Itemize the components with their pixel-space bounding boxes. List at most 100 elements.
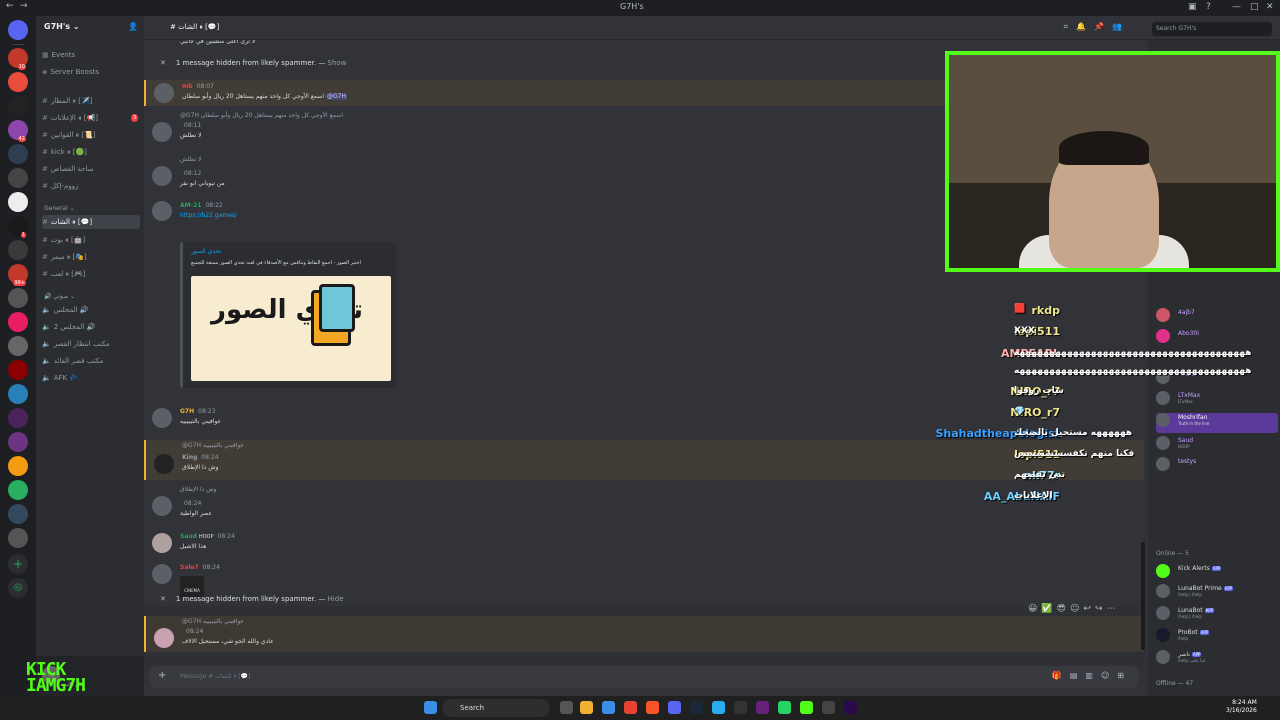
forward-arrow-icon[interactable]: → (20, 1, 28, 11)
add-reaction-icon[interactable]: ☺ (1070, 604, 1083, 614)
server-icon[interactable] (8, 312, 28, 332)
back-arrow-icon[interactable]: ← (6, 1, 14, 11)
category-voice[interactable]: 🔊 صوتي ⌄ (44, 293, 75, 300)
server-icon[interactable] (8, 144, 28, 164)
app-icon[interactable] (734, 701, 747, 714)
close-icon[interactable]: ✕ (160, 59, 166, 67)
server-icon[interactable]: 99+ (8, 264, 28, 286)
channel-item[interactable]: # ساحة القصاص (42, 162, 140, 176)
reaction-icon[interactable]: 😀 (1028, 604, 1041, 614)
channel-item[interactable]: # المطار ⏸ [✈️] (42, 94, 140, 108)
brave-icon[interactable] (646, 701, 659, 714)
channel-item[interactable]: # الإعلانات ⏸ [📢] 3 (42, 111, 140, 125)
avatar[interactable] (152, 496, 172, 516)
server-icon[interactable] (8, 168, 28, 188)
message-link[interactable]: https://b22.games/ (180, 212, 237, 219)
members-icon[interactable]: 👥 (1112, 22, 1130, 31)
server-icon[interactable] (8, 288, 28, 308)
embed-image[interactable]: تحدي الصور (191, 276, 391, 381)
channel-item-active[interactable]: # الشات ⏸ [💬] (42, 215, 140, 229)
add-member-icon[interactable]: 👤 (128, 22, 138, 31)
guild-header[interactable]: G7H's ⌄ 👤 (36, 16, 144, 40)
premiere-icon[interactable] (844, 701, 857, 714)
server-icon[interactable] (8, 360, 28, 380)
avatar[interactable] (152, 533, 172, 553)
category-general[interactable]: General ⌄ (44, 205, 75, 212)
avatar[interactable] (152, 166, 172, 186)
visual-studio-icon[interactable] (756, 701, 769, 714)
hide-link[interactable]: Hide (328, 595, 344, 603)
avatar[interactable] (152, 122, 172, 142)
bell-icon[interactable]: 🔔 (1076, 22, 1094, 31)
channel-item[interactable]: # ميمز ⏸ [🎭] (42, 250, 140, 264)
kick-icon[interactable] (800, 701, 813, 714)
forward-icon[interactable]: ↪ (1095, 604, 1107, 614)
avatar[interactable] (154, 454, 174, 474)
server-icon[interactable] (8, 336, 28, 356)
avatar[interactable] (154, 83, 174, 103)
sidebar-item-events[interactable]: ▦ Events (42, 48, 140, 62)
channel-item[interactable]: # لعب ⏸ [🎮] (42, 267, 140, 281)
emoji-icon[interactable]: 😎 (1057, 604, 1070, 614)
server-icon[interactable]: 1 (8, 216, 28, 238)
channel-item[interactable]: # زووم-إكل (42, 179, 140, 193)
sticker-icon[interactable]: ▥ (1085, 671, 1101, 680)
server-icon[interactable] (8, 384, 28, 404)
server-icon[interactable] (8, 432, 28, 452)
server-icon[interactable] (8, 240, 28, 260)
mention[interactable]: @G7H (326, 93, 348, 100)
discord-icon[interactable] (668, 701, 681, 714)
server-icon[interactable] (8, 72, 28, 92)
telegram-icon[interactable] (712, 701, 725, 714)
channel-item[interactable]: # القوانين ⏸ [📜] (42, 128, 140, 142)
chrome-icon[interactable] (624, 701, 637, 714)
add-attachment-icon[interactable]: + (158, 670, 166, 681)
gif-icon[interactable]: ▤ (1070, 671, 1086, 680)
reply-preview[interactable]: @G7H اسمع الأوجي كل واحد منهم يستاهل 20 … (180, 112, 343, 119)
file-explorer-icon[interactable] (580, 701, 593, 714)
whatsapp-icon[interactable] (778, 701, 791, 714)
explore-icon[interactable]: ◎ (8, 578, 28, 598)
server-icon[interactable] (8, 96, 28, 116)
apps-icon[interactable]: ⊞ (1117, 671, 1132, 680)
threads-icon[interactable]: ⌗ (1064, 22, 1077, 31)
voice-channel-item[interactable]: 🔈 المجلس 2 🔊 (42, 320, 140, 334)
server-icon[interactable] (8, 504, 28, 524)
reply-preview[interactable]: @G7H عوافيني بالتيبيييه (182, 442, 244, 449)
task-view-icon[interactable] (560, 701, 573, 714)
inbox-icon[interactable]: ▣ (1188, 2, 1197, 12)
server-icon[interactable] (8, 528, 28, 548)
avatar[interactable] (152, 564, 172, 584)
help-icon[interactable]: ? (1206, 2, 1211, 12)
embed-title[interactable]: تحدي الصور (191, 248, 221, 255)
pin-icon[interactable]: 📌 (1094, 22, 1112, 31)
system-clock[interactable]: 8:24 AM 3/16/2026 (1226, 699, 1257, 715)
windows-start-icon[interactable] (424, 701, 437, 714)
avatar[interactable] (152, 201, 172, 221)
store-icon[interactable] (602, 701, 615, 714)
reply-preview[interactable]: وش ذا الإطلاق (180, 486, 216, 493)
reply-icon[interactable]: ↩ (1083, 604, 1095, 614)
show-link[interactable]: Show (328, 59, 347, 67)
reply-preview[interactable]: @G7H عوافيني بالتيبيييه (182, 618, 244, 625)
more-icon[interactable]: ⋯ (1106, 604, 1119, 614)
server-icon[interactable]: 42 (8, 120, 28, 142)
server-icon[interactable] (8, 408, 28, 428)
voice-channel-item[interactable]: 🔈 مكتب قصر القائد (42, 354, 140, 368)
voice-channel-item[interactable]: 🔈 المجلس 🔊 (42, 303, 140, 317)
voice-channel-item[interactable]: 🔈 AFK 💤 (42, 371, 140, 385)
close-icon[interactable]: ✕ (1266, 2, 1274, 12)
channel-item[interactable]: # kick ⏸ [🟢] (42, 145, 140, 159)
emoji-icon[interactable]: ☺ (1101, 671, 1117, 680)
server-icon[interactable] (8, 192, 28, 212)
server-icon[interactable] (8, 456, 28, 476)
scrollbar[interactable] (1141, 542, 1145, 650)
server-icon[interactable] (8, 480, 28, 500)
taskbar-search[interactable]: Search (442, 699, 550, 717)
steam-icon[interactable] (690, 701, 703, 714)
obs-icon[interactable] (822, 701, 835, 714)
avatar[interactable] (154, 628, 174, 648)
direct-messages-icon[interactable] (8, 20, 28, 40)
server-icon[interactable]: 10 (8, 48, 28, 70)
avatar[interactable] (152, 408, 172, 428)
